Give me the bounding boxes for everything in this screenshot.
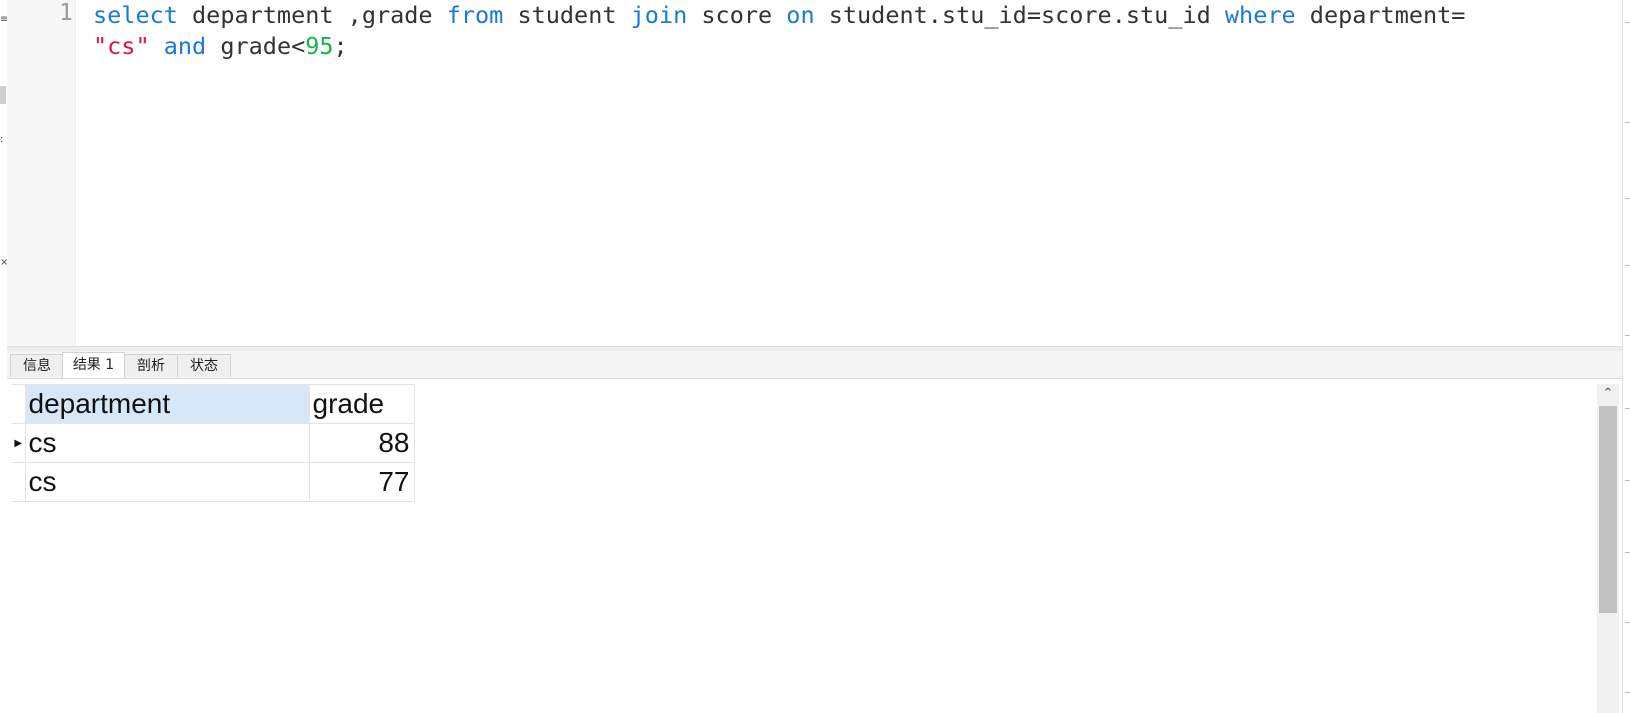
results-tab-bar: 信息 剖析 状态 结果 1 xyxy=(7,351,1622,379)
toolbar-marker-icon: : xyxy=(0,134,4,145)
edge-tick-mark xyxy=(1625,335,1630,336)
tab-info[interactable]: 信息 xyxy=(10,354,64,377)
line-number: 1 xyxy=(59,0,73,26)
results-vertical-scrollbar[interactable]: ⌃ xyxy=(1597,384,1619,713)
tab-status[interactable]: 状态 xyxy=(177,354,231,377)
sql-token-text xyxy=(150,32,164,60)
sql-token-text: grade< xyxy=(206,32,306,60)
header-row: department grade xyxy=(12,384,415,424)
row-indicator-header xyxy=(12,384,26,424)
sql-token-text: score xyxy=(687,1,787,29)
sql-token-keyword: from xyxy=(446,1,504,29)
sql-token-keyword: select xyxy=(93,1,178,29)
edge-tick-mark xyxy=(1625,122,1630,123)
table-row[interactable]: ▶ cs 88 xyxy=(12,423,415,463)
sql-token-text: department ,grade xyxy=(177,1,447,29)
sql-token-text: student.stu_id=score.stu_id xyxy=(814,1,1225,29)
row-indicator xyxy=(12,462,26,502)
tab-result-1[interactable]: 结果 1 xyxy=(62,352,125,378)
sql-token-text: department= xyxy=(1295,1,1466,29)
sql-token-keyword: and xyxy=(163,32,207,60)
sql-token-text: ; xyxy=(333,32,348,60)
collapsed-panel-handle[interactable] xyxy=(0,86,6,104)
edge-tick-mark xyxy=(1625,408,1630,409)
scrollbar-thumb[interactable] xyxy=(1599,406,1617,613)
sql-token-keyword: join xyxy=(630,1,688,29)
close-icon[interactable]: × xyxy=(0,258,8,268)
current-row-arrow-icon: ▶ xyxy=(12,423,26,463)
menu-icon[interactable]: ≡ xyxy=(0,15,8,25)
cell-grade[interactable]: 77 xyxy=(308,462,415,502)
line-number-gutter: 1 xyxy=(7,0,76,347)
cell-department[interactable]: cs xyxy=(24,423,310,463)
sql-editor[interactable]: 1 select department ,grade from student … xyxy=(7,0,1622,347)
app-window: ≡ : × 1 select department ,grade from st… xyxy=(0,0,1630,713)
sql-token-number: 95 xyxy=(305,32,334,60)
edge-tick-mark xyxy=(1625,692,1630,693)
sql-code-text[interactable]: select department ,grade from student jo… xyxy=(93,0,1553,62)
sql-token-keyword: on xyxy=(786,1,815,29)
edge-tick-mark xyxy=(1625,480,1630,481)
edge-tick-mark xyxy=(1625,22,1630,23)
edge-tick-mark xyxy=(1625,622,1630,623)
edge-tick-mark xyxy=(1625,198,1630,199)
tab-profile[interactable]: 剖析 xyxy=(123,354,179,377)
scroll-up-arrow-icon[interactable]: ⌃ xyxy=(1597,384,1619,404)
edge-tick-mark xyxy=(1625,265,1630,266)
sql-token-keyword: where xyxy=(1224,1,1296,29)
sql-token-string: "cs" xyxy=(93,32,150,60)
table-row[interactable]: cs 77 xyxy=(12,462,415,502)
cell-department[interactable]: cs xyxy=(24,462,310,502)
column-header-department[interactable]: department xyxy=(24,384,310,424)
sql-token-text: student xyxy=(503,1,631,29)
right-edge-panel xyxy=(1622,0,1630,713)
results-table: department grade ▶ cs 88 cs 77 xyxy=(12,384,415,502)
cell-grade[interactable]: 88 xyxy=(308,423,415,463)
column-header-grade[interactable]: grade xyxy=(308,384,415,424)
edge-tick-mark xyxy=(1625,552,1630,553)
results-grid-panel: department grade ▶ cs 88 cs 77 xyxy=(7,379,1602,713)
